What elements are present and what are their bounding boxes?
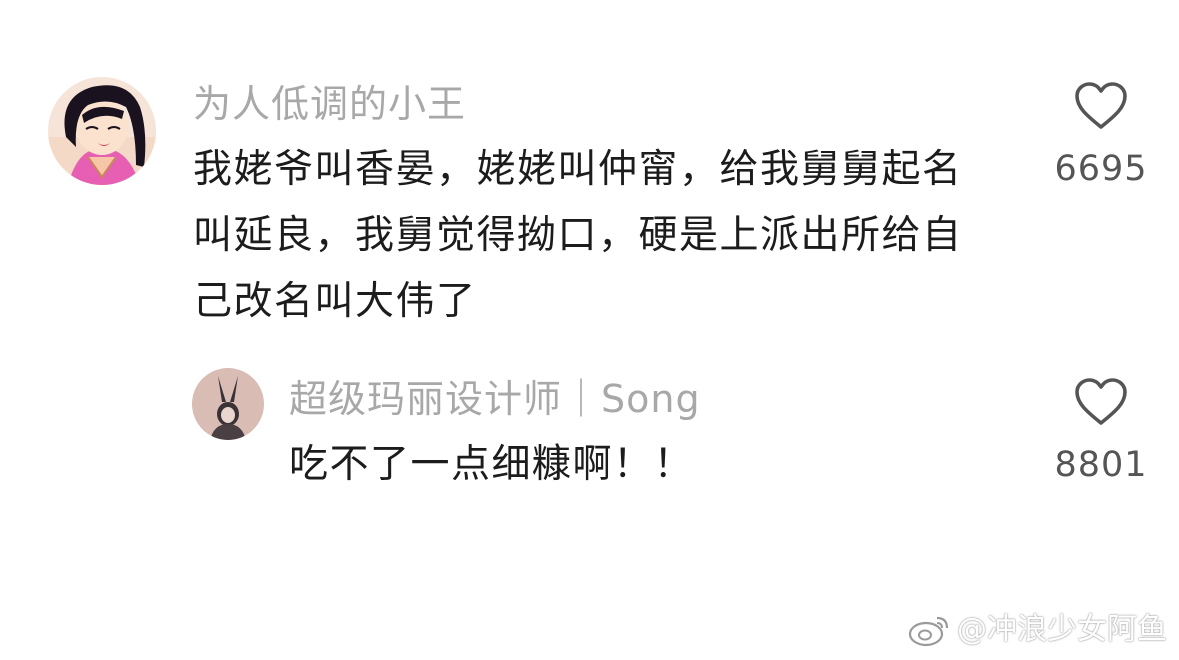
reply-like-count: 8801 [1054, 445, 1148, 485]
comments-page: 为人低调的小王 我姥爷叫香晏，姥姥叫仲甯，给我舅舅起名 叫延良，我舅觉得拗口，硬… [0, 0, 1179, 660]
watermark-text: @冲浪少女阿鱼 [957, 612, 1167, 647]
bunny-girl-avatar-icon [192, 368, 264, 440]
watermark: @冲浪少女阿鱼 [907, 612, 1167, 648]
comment-text-line: 己改名叫大伟了 [193, 279, 477, 324]
reply-text: 吃不了一点细糠啊！！ [289, 442, 695, 487]
comment-text: 我姥爷叫香晏，姥姥叫仲甯，给我舅舅起名 叫延良，我舅觉得拗口，硬是上派出所给自 … [193, 137, 1033, 335]
reply-like-button[interactable] [1074, 377, 1128, 427]
comment-username[interactable]: 为人低调的小王 [193, 81, 466, 127]
comment-text-line: 叫延良，我舅觉得拗口，硬是上派出所给自 [193, 213, 963, 258]
reply-username[interactable]: 超级玛丽设计师｜Song [289, 376, 701, 422]
heart-icon [1075, 378, 1127, 425]
like-count: 6695 [1054, 149, 1148, 189]
like-button[interactable] [1074, 81, 1128, 131]
comment-text-line: 我姥爷叫香晏，姥姥叫仲甯，给我舅舅起名 [193, 147, 963, 192]
heart-icon [1075, 82, 1127, 129]
weibo-logo-icon [908, 616, 949, 647]
anime-girl-avatar-icon [48, 77, 156, 185]
avatar[interactable] [48, 77, 156, 185]
reply-avatar[interactable] [192, 368, 264, 440]
